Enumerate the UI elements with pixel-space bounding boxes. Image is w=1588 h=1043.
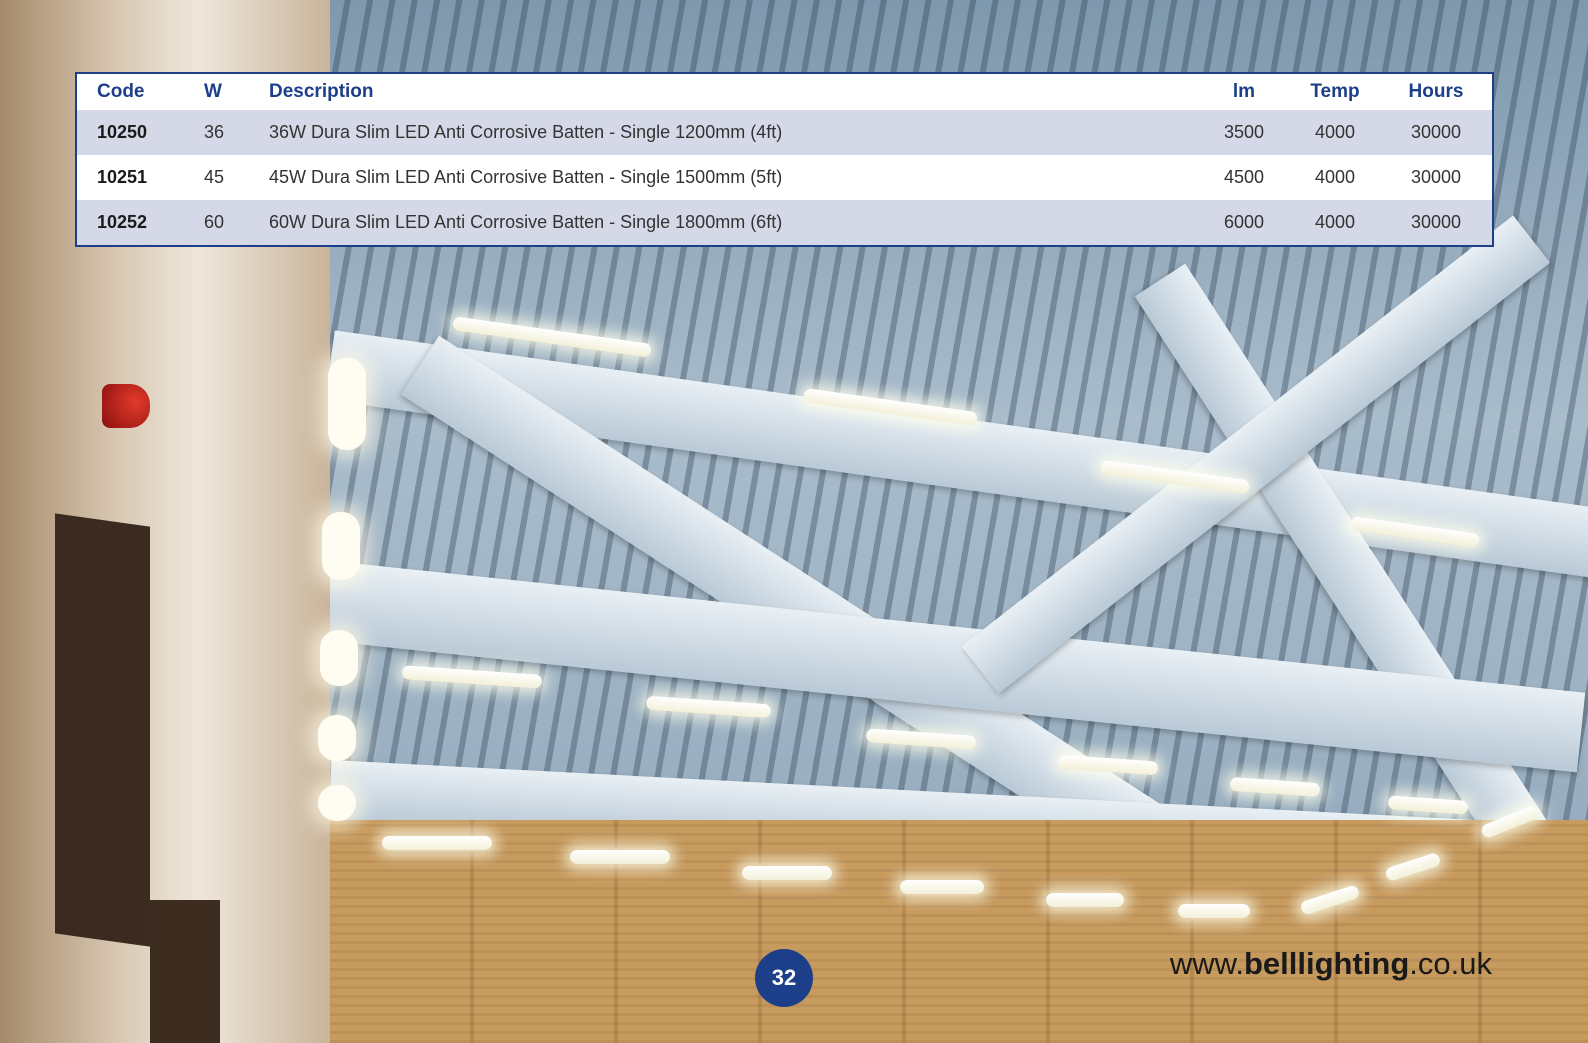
cell-w: 60	[204, 200, 269, 245]
batten-light	[382, 836, 492, 850]
cell-code: 10251	[97, 167, 148, 187]
header-lm: lm	[1198, 74, 1290, 110]
header-code: Code	[77, 74, 204, 110]
cell-lm: 4500	[1223, 167, 1265, 187]
wall-light	[328, 358, 366, 450]
cell-description: 60W Dura Slim LED Anti Corrosive Batten …	[269, 200, 1198, 245]
table-row: 10250 36 36W Dura Slim LED Anti Corrosiv…	[77, 110, 1492, 155]
cell-temp: 4000	[1290, 200, 1380, 245]
fire-alarm-icon	[102, 384, 150, 428]
cell-temp: 4000	[1314, 167, 1356, 187]
cell-description: 36W Dura Slim LED Anti Corrosive Batten …	[269, 110, 1198, 155]
website-suffix: .co.uk	[1409, 946, 1492, 981]
wall-light	[322, 512, 360, 580]
header-temp: Temp	[1290, 74, 1380, 110]
cell-description: 45W Dura Slim LED Anti Corrosive Batten …	[269, 167, 783, 187]
left-wall-recess	[150, 900, 220, 1043]
website-url[interactable]: www.belllighting.co.uk	[1170, 946, 1492, 982]
header-description: Description	[269, 74, 1198, 110]
left-wall-recess	[55, 513, 150, 947]
cell-temp: 4000	[1290, 110, 1380, 155]
batten-light	[570, 850, 670, 864]
cell-lm: 3500	[1198, 110, 1290, 155]
timber-back-wall	[330, 820, 1588, 1043]
wall-light	[318, 785, 356, 821]
header-w: W	[204, 74, 269, 110]
website-brand: belllighting	[1243, 946, 1410, 981]
cell-w: 36	[204, 110, 269, 155]
cell-w: 45	[204, 167, 225, 187]
cell-code: 10252	[77, 200, 204, 245]
page-number-badge: 32	[755, 949, 813, 1007]
table-header-row: Code W Description lm Temp Hours	[77, 74, 1492, 110]
cell-hours: 30000	[1410, 167, 1462, 187]
header-hours: Hours	[1380, 74, 1492, 110]
wall-light	[320, 630, 358, 686]
batten-light	[1178, 904, 1250, 918]
cell-lm: 6000	[1198, 200, 1290, 245]
product-spec-table: Code W Description lm Temp Hours 10250 3…	[75, 72, 1494, 247]
cell-hours: 30000	[1380, 110, 1492, 155]
batten-light	[1046, 893, 1124, 907]
table-row: 10252 60 60W Dura Slim LED Anti Corrosiv…	[77, 200, 1492, 245]
batten-light	[742, 866, 832, 880]
table-row: 10251 45 45W Dura Slim LED Anti Corrosiv…	[77, 155, 1492, 200]
wall-light	[318, 715, 356, 761]
cell-code: 10250	[77, 110, 204, 155]
batten-light	[900, 880, 984, 894]
website-prefix: www.	[1169, 946, 1244, 981]
cell-hours: 30000	[1380, 200, 1492, 245]
